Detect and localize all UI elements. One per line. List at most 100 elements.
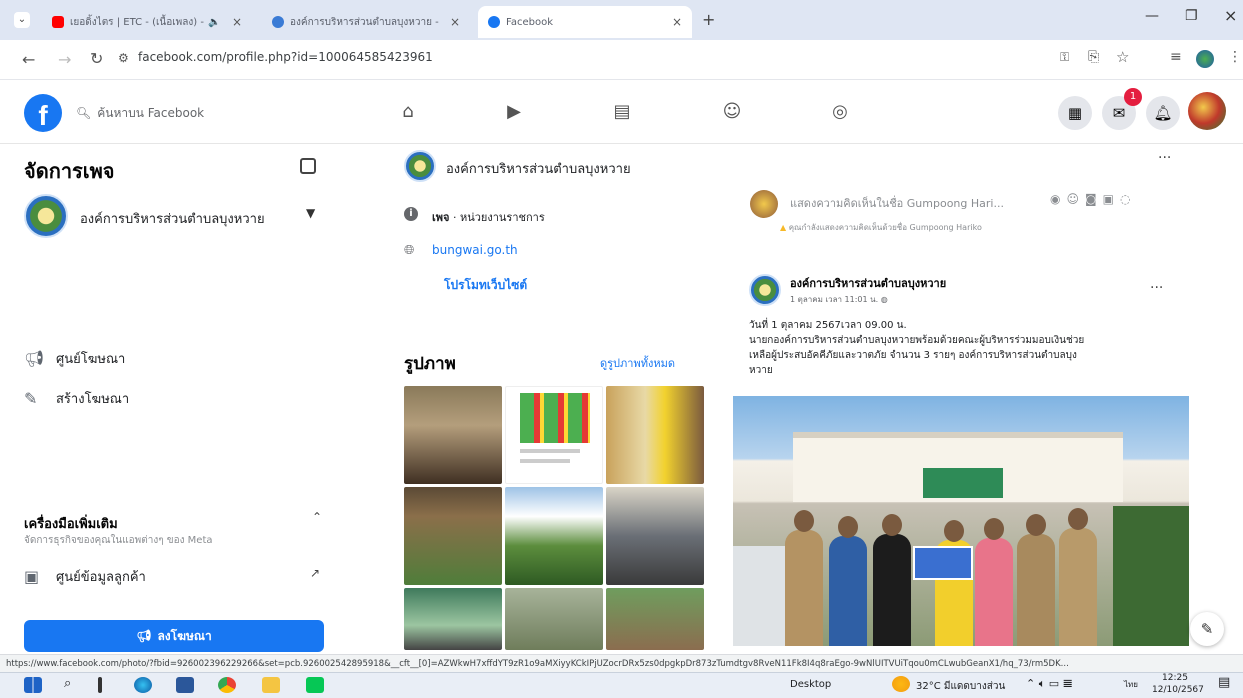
start-windows-icon[interactable] [24, 677, 42, 693]
bookmark-star-icon[interactable]: ☆ [1116, 48, 1129, 66]
close-tab-icon[interactable]: × [664, 15, 682, 29]
menu-grid-icon[interactable]: ▦ [1058, 96, 1092, 130]
reload-icon[interactable]: ↻ [90, 49, 103, 68]
home-icon[interactable]: ⌂ [396, 100, 420, 124]
gif-icon[interactable]: ◉ [1050, 192, 1066, 206]
back-icon[interactable]: ← [22, 50, 35, 69]
reading-list-icon[interactable]: ≡ [1170, 49, 1182, 65]
site-info-icon[interactable]: ⚙ [118, 51, 129, 65]
post-time-text: 1 ตุลาคม เวลา 11:01 น. [790, 295, 879, 304]
page-avatar[interactable] [24, 194, 68, 238]
clock-time[interactable]: 12:25 [1162, 673, 1188, 683]
intro-page-name[interactable]: องค์การบริหารส่วนตำบลบุงหวาย [446, 158, 631, 179]
post-text-line: วันที่ 1 ตุลาคม 2567เวลา 09.00 น. [749, 320, 907, 331]
browser-menu-icon[interactable]: ⋮ [1228, 49, 1242, 65]
category-value: หน่วยงานราชการ [459, 211, 545, 224]
maximize-icon[interactable]: ❐ [1185, 8, 1198, 24]
clock-date[interactable]: 12/10/2567 [1152, 685, 1204, 695]
comment-placeholder: แสดงความคิดเห็นในชื่อ Gumpoong Hari... [790, 197, 1004, 210]
profile-avatar[interactable] [1196, 50, 1214, 68]
collapse-sidebar-icon[interactable] [300, 158, 316, 174]
post-text-line: เหลือผู้ประสบอัคคีภัยและวาตภัย จำนวน 3 ร… [749, 350, 1077, 361]
post-text-line: หวาย [749, 365, 773, 376]
line-app-icon[interactable] [306, 677, 324, 693]
more-options-icon[interactable]: ··· [1158, 150, 1171, 166]
photo-thumbnail[interactable] [404, 386, 502, 484]
gaming-icon[interactable]: ◎ [828, 100, 852, 124]
photo-thumbnail[interactable] [505, 487, 603, 585]
promote-button[interactable]: 📢︎ ลงโฆษณา [24, 620, 324, 652]
url-field[interactable]: facebook.com/profile.php?id=100064585423… [138, 50, 433, 64]
marketplace-icon[interactable]: ▤ [610, 100, 634, 124]
bell-icon[interactable]: 🔔︎ [1146, 96, 1180, 130]
photo-thumbnail[interactable] [505, 588, 603, 650]
page-favicon-icon [272, 16, 284, 28]
video-icon[interactable]: ▶ [502, 100, 526, 124]
camera-icon[interactable]: ◙ [1085, 192, 1103, 206]
new-tab-button[interactable]: + [702, 10, 715, 29]
audio-icon[interactable]: 🔈 [208, 17, 220, 28]
website-link[interactable]: bungwai.go.th [432, 243, 518, 257]
cast-icon[interactable]: ⎘ [1088, 49, 1099, 65]
emoji-icon[interactable]: ☺ [1066, 192, 1085, 206]
photo-thumbnail[interactable] [505, 386, 603, 484]
photo-thumbnail[interactable] [404, 487, 502, 585]
promote-website-link[interactable]: โปรโมทเว็บไซต์ [444, 276, 527, 295]
close-tab-icon[interactable]: × [442, 15, 460, 29]
intro-page-avatar[interactable] [404, 150, 436, 182]
notification-center-icon[interactable]: ▤ [1218, 675, 1230, 690]
photo-thumbnail[interactable] [404, 588, 502, 650]
post-author-avatar[interactable] [749, 274, 781, 306]
comment-more-icon[interactable]: ◌ [1120, 192, 1136, 206]
account-avatar[interactable] [1188, 92, 1226, 130]
tools-collapse-icon[interactable]: ⌃ [312, 510, 322, 524]
compose-message-icon[interactable]: ✎ [1190, 612, 1224, 646]
word-icon[interactable] [176, 677, 194, 693]
tab-page[interactable]: องค์การบริหารส่วนตำบลบุงหวาย - × [262, 6, 470, 38]
sidebar-item-ad-center[interactable]: 📢︎ ศูนย์โฆษณา [24, 348, 125, 369]
sidebar-item-customer-center[interactable]: ▣ ศูนย์ข้อมูลลูกค้า [24, 566, 146, 587]
comment-input[interactable]: แสดงความคิดเห็นในชื่อ Gumpoong Hari... [790, 194, 1004, 212]
close-tab-icon[interactable]: × [224, 15, 242, 29]
tab-list-dropdown-icon[interactable]: ⌄ [14, 12, 30, 28]
info-icon: i [404, 207, 418, 221]
tray-icons[interactable]: ⌃ 🔈︎ ▭ 𝌆 [1026, 677, 1073, 691]
post-photo[interactable] [733, 396, 1189, 646]
photo-thumbnail[interactable] [606, 487, 704, 585]
edge-icon[interactable] [134, 677, 152, 693]
search-icon[interactable]: ⌕ [64, 676, 71, 691]
chrome-icon[interactable] [218, 677, 236, 693]
category-prefix: เพจ [432, 211, 450, 224]
globe-icon: ◍ [880, 295, 888, 304]
task-view-icon[interactable] [98, 677, 102, 693]
file-explorer-icon[interactable] [262, 677, 280, 693]
weather-text[interactable]: 32°C มีแดดบางส่วน [916, 679, 1005, 694]
search-input[interactable]: 🔍︎ ค้นหาบน Facebook [76, 104, 204, 123]
close-window-icon[interactable]: × [1224, 6, 1237, 25]
photo-thumbnail[interactable] [606, 588, 704, 650]
groups-icon[interactable]: ☺ [720, 100, 744, 124]
post-author[interactable]: องค์การบริหารส่วนตำบลบุงหวาย [790, 274, 946, 292]
forward-icon[interactable]: → [58, 50, 71, 69]
facebook-logo-icon[interactable]: f [24, 94, 62, 132]
post-time[interactable]: 1 ตุลาคม เวลา 11:01 น. ◍ [790, 293, 888, 306]
tab-title: องค์การบริหารส่วนตำบลบุงหวาย - [290, 16, 439, 28]
page-switcher-name[interactable]: องค์การบริหารส่วนตำบลบุงหวาย [80, 208, 265, 229]
desktop-toolbar[interactable]: Desktop [790, 679, 831, 690]
key-icon[interactable]: ⚿ [1060, 50, 1069, 65]
tab-youtube[interactable]: เยอดิ้งไตร | ETC - (เนื้อเพลง) - 🔈 × [42, 6, 252, 38]
post-menu-icon[interactable]: ··· [1150, 280, 1163, 296]
minimize-icon[interactable]: — [1145, 8, 1159, 24]
sidebar-item-label: สร้างโฆษณา [56, 392, 130, 407]
sidebar-item-create-ad[interactable]: ✎ สร้างโฆษณา [24, 388, 129, 409]
see-all-photos-link[interactable]: ดูรูปภาพทั้งหมด [600, 354, 675, 372]
megaphone-icon: 📢︎ [136, 629, 152, 643]
external-link-icon[interactable]: ↗ [310, 566, 320, 580]
input-language[interactable]: ไทย [1124, 678, 1138, 691]
sticker-icon[interactable]: ▣ [1103, 192, 1120, 206]
page-switcher-dropdown-icon[interactable]: ▼ [306, 206, 315, 220]
photo-thumbnail[interactable] [606, 386, 704, 484]
warning-icon: ▲ [780, 223, 787, 232]
tab-facebook[interactable]: Facebook × [478, 6, 692, 38]
tools-title: เครื่องมือเพิ่มเติม [24, 517, 118, 532]
